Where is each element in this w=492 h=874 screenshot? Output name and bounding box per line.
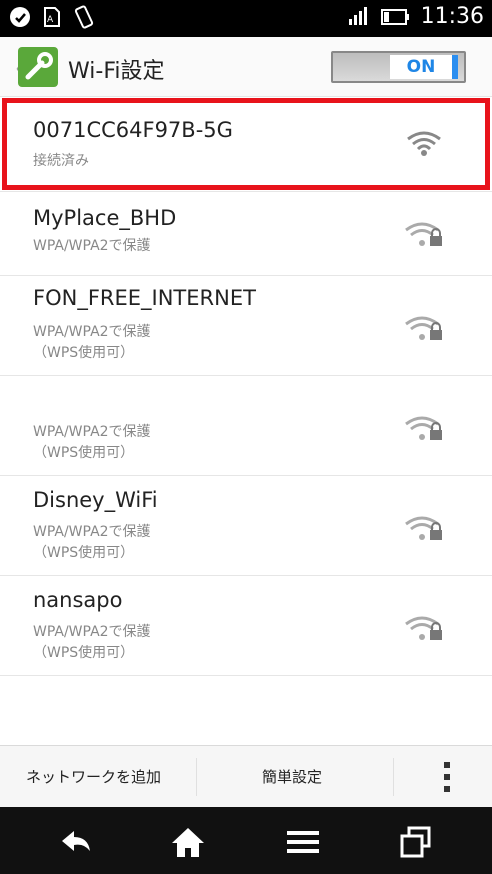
network-status-wps: （WPS使用可） <box>33 345 135 361</box>
selection-highlight <box>2 98 490 190</box>
network-name: nansapo <box>33 588 123 612</box>
network-status: WPA/WPA2で保護 <box>33 624 151 640</box>
network-status: WPA/WPA2で保護 <box>33 324 151 340</box>
wifi-locked-icon <box>405 616 442 640</box>
network-name: Disney_WiFi <box>33 488 158 512</box>
network-status-wps: （WPS使用可） <box>33 545 135 561</box>
settings-app-icon[interactable] <box>18 47 58 87</box>
toggle-label: ON <box>390 55 458 79</box>
wifi-toggle[interactable]: ON <box>331 51 466 83</box>
sim-icon: A <box>44 7 60 27</box>
network-row[interactable]: MyPlace_BHD WPA/WPA2で保護 <box>0 192 492 276</box>
status-icons-right: 11:36 <box>347 4 484 29</box>
notification-icon <box>10 7 30 27</box>
add-network-button[interactable]: ネットワークを追加 <box>26 766 161 787</box>
network-status-wps: （WPS使用可） <box>33 445 135 461</box>
svg-text:A: A <box>47 15 54 25</box>
wrench-icon <box>25 52 53 80</box>
signal-icon <box>348 6 367 25</box>
network-name: FON_FREE_INTERNET <box>33 286 256 310</box>
wifi-locked-icon <box>405 316 442 340</box>
network-row[interactable]: nansapo WPA/WPA2で保護 （WPS使用可） <box>0 576 492 676</box>
battery-icon <box>380 8 409 25</box>
action-bar: 〈 Wi-Fi設定 ON <box>0 37 492 97</box>
status-icons-left: A <box>8 5 96 29</box>
status-time: 11:36 <box>420 4 484 29</box>
rotate-icon <box>74 5 94 29</box>
network-row[interactable]: WPA/WPA2で保護 （WPS使用可） <box>0 376 492 476</box>
wifi-locked-icon <box>405 516 442 540</box>
toolbar-divider <box>196 758 197 796</box>
network-status: WPA/WPA2で保護 <box>33 238 151 254</box>
network-name: MyPlace_BHD <box>33 206 177 230</box>
network-row[interactable]: FON_FREE_INTERNET WPA/WPA2で保護 （WPS使用可） <box>0 276 492 376</box>
back-icon[interactable] <box>56 825 96 859</box>
menu-icon[interactable] <box>283 825 323 859</box>
toolbar-divider <box>393 758 394 796</box>
wifi-locked-icon <box>405 416 442 440</box>
overflow-menu-icon[interactable] <box>440 760 454 794</box>
home-icon[interactable] <box>168 825 208 859</box>
wifi-locked-icon <box>405 222 442 246</box>
network-status-wps: （WPS使用可） <box>33 645 135 661</box>
navigation-bar <box>0 807 492 874</box>
network-row[interactable]: Disney_WiFi WPA/WPA2で保護 （WPS使用可） <box>0 476 492 576</box>
status-bar: A 11:36 <box>0 0 492 37</box>
page-title: Wi-Fi設定 <box>68 59 165 84</box>
network-status: WPA/WPA2で保護 <box>33 424 151 440</box>
bottom-toolbar: ネットワークを追加 簡単設定 <box>0 745 492 807</box>
easy-setup-button[interactable]: 簡単設定 <box>262 766 322 787</box>
network-status: WPA/WPA2で保護 <box>33 524 151 540</box>
recent-apps-icon[interactable] <box>396 825 436 859</box>
